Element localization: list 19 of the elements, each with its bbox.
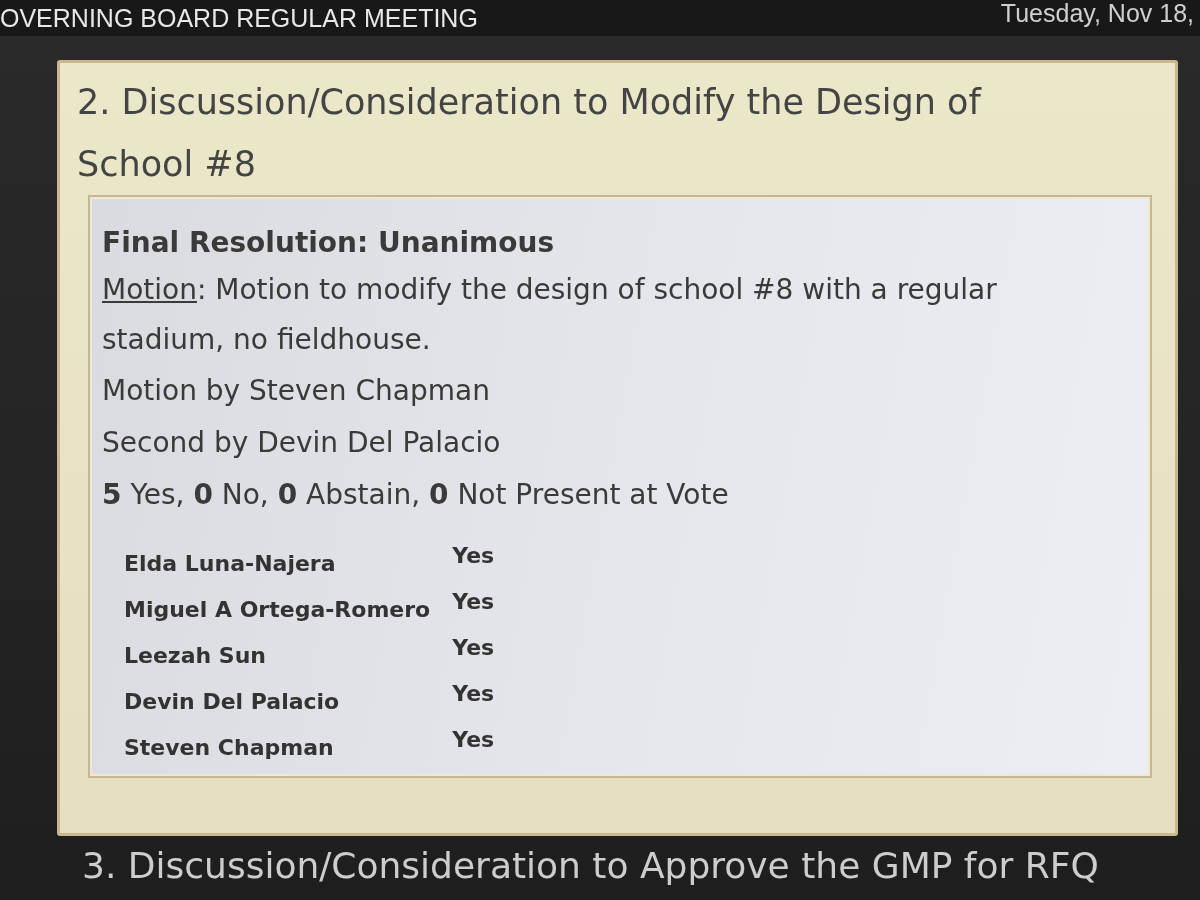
member-name: Steven Chapman (124, 734, 335, 762)
member-name: Elda Luna-Najera (124, 550, 337, 578)
agenda-item-title: 3. Discussion/Consideration to Approve the GMP for RFQ (82, 844, 1099, 888)
vote-value: Yes (452, 588, 495, 616)
member-name: Devin Del Palacio (124, 688, 341, 716)
vote-value: Yes (452, 634, 495, 662)
motion-text: Motion: Motion to modify the design of school #8 with a regular stadium, no fieldhouse. (102, 272, 998, 358)
vote-value: Yes (452, 542, 495, 570)
second-by-text: Second by Devin Del Palacio (102, 425, 502, 461)
meeting-title: OVERNING BOARD REGULAR MEETING (0, 3, 478, 33)
motion-by-text: Motion by Steven Chapman (102, 373, 491, 409)
vote-value: Yes (452, 680, 495, 708)
resolution-heading: Final Resolution: Unanimous (102, 225, 556, 261)
vote-value: Yes (452, 726, 495, 754)
agenda-item-title: 2. Discussion/Consideration to Modify the Design of School #8 (77, 81, 983, 186)
member-name: Leezah Sun (124, 642, 267, 670)
meeting-date: Tuesday, Nov 18, (1000, 0, 1194, 28)
member-name: Miguel A Ortega-Romero (124, 596, 431, 624)
vote-tally: 5 Yes, 0 No, 0 Abstain, 0 Not Present at Vote (102, 477, 730, 513)
